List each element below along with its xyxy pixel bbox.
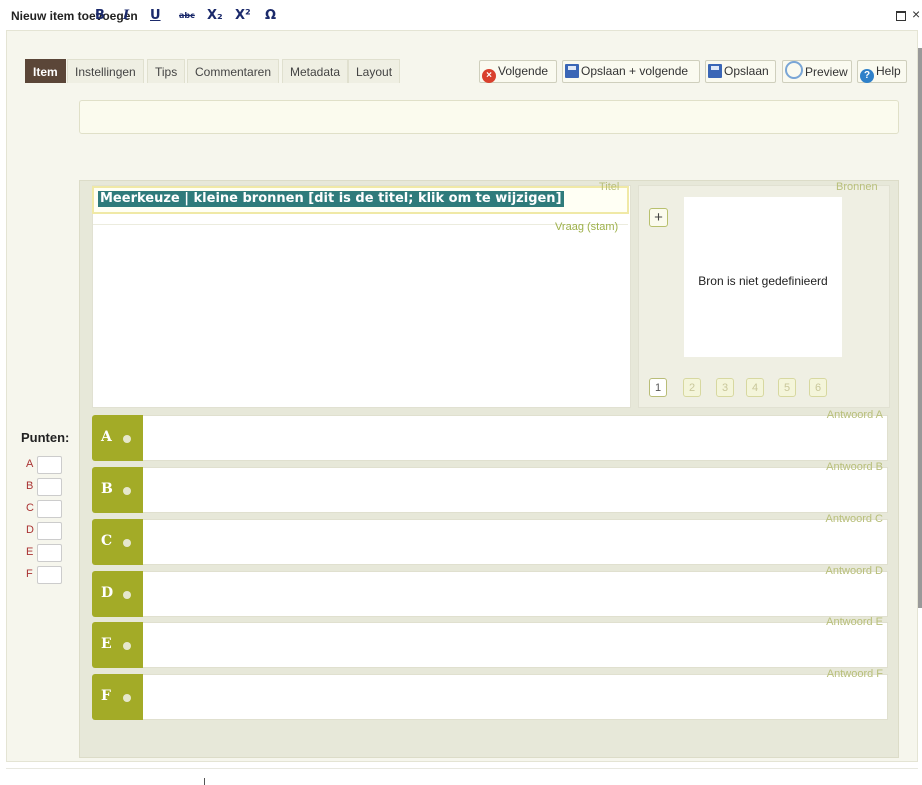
underline-button[interactable]: U: [150, 8, 161, 23]
points-letter: A: [26, 458, 34, 470]
maximize-icon[interactable]: [896, 11, 906, 21]
correct-radio[interactable]: [123, 435, 131, 443]
answer-input-a[interactable]: [143, 415, 888, 461]
italic-button[interactable]: I: [123, 8, 129, 23]
source-page-2[interactable]: 2: [683, 378, 701, 397]
help-label: Help: [876, 64, 901, 78]
volgende-button[interactable]: × Volgende: [479, 60, 557, 83]
tab-commentaren[interactable]: Commentaren: [187, 59, 280, 83]
source-empty-text: Bron is niet gedefinieerd: [698, 274, 828, 288]
cancel-icon: ×: [482, 69, 496, 83]
save-button[interactable]: Opslaan: [705, 60, 776, 83]
answer-row-f: F Antwoord F: [92, 668, 888, 720]
points-input-d[interactable]: [37, 522, 62, 540]
superscript-button[interactable]: X²: [235, 8, 251, 23]
correct-radio[interactable]: [123, 539, 131, 547]
answer-letter: B: [101, 481, 113, 497]
answer-input-d[interactable]: [143, 571, 888, 617]
correct-radio[interactable]: [123, 642, 131, 650]
answer-letter: F: [101, 688, 111, 704]
answer-label: Antwoord E: [826, 616, 883, 628]
answer-label: Antwoord B: [826, 461, 883, 473]
save-next-label: Opslaan + volgende: [581, 64, 689, 78]
divider: [93, 224, 628, 225]
source-page-1[interactable]: 1: [649, 378, 667, 397]
save-label: Opslaan: [724, 64, 769, 78]
answer-row-b: B Antwoord B: [92, 461, 888, 513]
answer-letter-block: B: [92, 467, 143, 513]
source-page-6[interactable]: 6: [809, 378, 827, 397]
correct-radio[interactable]: [123, 694, 131, 702]
answer-letter-block: A: [92, 415, 143, 461]
answer-letter: A: [101, 429, 112, 445]
correct-radio[interactable]: [123, 487, 131, 495]
divider: [6, 768, 918, 769]
tab-instellingen[interactable]: Instellingen: [67, 59, 144, 83]
title-text[interactable]: Meerkeuze | kleine bronnen [dit is de ti…: [98, 191, 564, 207]
points-letter: E: [26, 546, 34, 558]
scrollbar[interactable]: [918, 48, 922, 608]
save-next-button[interactable]: Opslaan + volgende: [562, 60, 700, 83]
points-letter: B: [26, 480, 34, 492]
preview-button[interactable]: Preview: [782, 60, 852, 83]
points-letter: D: [26, 524, 34, 536]
source-page-4[interactable]: 4: [746, 378, 764, 397]
tab-metadata[interactable]: Metadata: [282, 59, 349, 83]
save-icon: [565, 64, 579, 78]
points-input-b[interactable]: [37, 478, 62, 496]
correct-radio[interactable]: [123, 591, 131, 599]
title-label: Titel: [599, 181, 620, 193]
tab-item[interactable]: Item: [25, 59, 66, 83]
subscript-button[interactable]: X₂: [207, 8, 223, 23]
sources-label: Bronnen: [836, 181, 878, 193]
divider: [204, 778, 205, 785]
answer-label: Antwoord F: [826, 668, 883, 680]
answer-letter-block: C: [92, 519, 143, 565]
special-char-button[interactable]: Ω: [265, 8, 276, 23]
points-input-f[interactable]: [37, 566, 62, 584]
window-titlebar: Nieuw item toevoegen ×: [0, 0, 922, 28]
bold-button[interactable]: B: [95, 8, 105, 23]
answer-letter-block: E: [92, 622, 143, 668]
answer-label: Antwoord A: [826, 409, 883, 421]
points-input-e[interactable]: [37, 544, 62, 562]
tab-tips[interactable]: Tips: [147, 59, 186, 83]
answer-letter-block: D: [92, 571, 143, 617]
answer-input-e[interactable]: [143, 622, 888, 668]
points-input-c[interactable]: [37, 500, 62, 518]
answer-letter: E: [101, 636, 112, 652]
answer-label: Antwoord D: [825, 565, 883, 577]
points-letter: C: [26, 502, 34, 514]
close-icon[interactable]: ×: [912, 6, 920, 22]
strikethrough-button[interactable]: abc: [179, 11, 195, 20]
source-page-3[interactable]: 3: [716, 378, 734, 397]
save-icon: [708, 64, 722, 78]
add-source-button[interactable]: +: [649, 208, 668, 227]
points-letter: F: [26, 568, 33, 580]
answer-input-c[interactable]: [143, 519, 888, 565]
points-input-a[interactable]: [37, 456, 62, 474]
format-toolbar: [79, 100, 899, 134]
source-page-5[interactable]: 5: [778, 378, 796, 397]
answer-letter-block: F: [92, 674, 143, 720]
answer-row-c: C Antwoord C: [92, 513, 888, 565]
answer-row-e: E Antwoord E: [92, 616, 888, 668]
window-title: Nieuw item toevoegen: [11, 9, 138, 23]
magnifier-icon: [785, 61, 803, 79]
question-stem-area[interactable]: [92, 185, 631, 408]
answer-row-d: D Antwoord D: [92, 565, 888, 617]
answer-input-b[interactable]: [143, 467, 888, 513]
answer-letter: D: [101, 585, 114, 601]
stem-label: Vraag (stam): [555, 221, 619, 233]
answer-letter: C: [101, 533, 113, 549]
tab-layout[interactable]: Layout: [348, 59, 401, 83]
volgende-label: Volgende: [498, 64, 549, 78]
answer-label: Antwoord C: [825, 513, 883, 525]
answer-row-a: A Antwoord A: [92, 409, 888, 461]
help-icon: ?: [860, 69, 874, 83]
answer-input-f[interactable]: [143, 674, 888, 720]
help-button[interactable]: ? Help: [857, 60, 907, 83]
preview-label: Preview: [805, 65, 848, 79]
points-label: Punten:: [21, 430, 70, 445]
